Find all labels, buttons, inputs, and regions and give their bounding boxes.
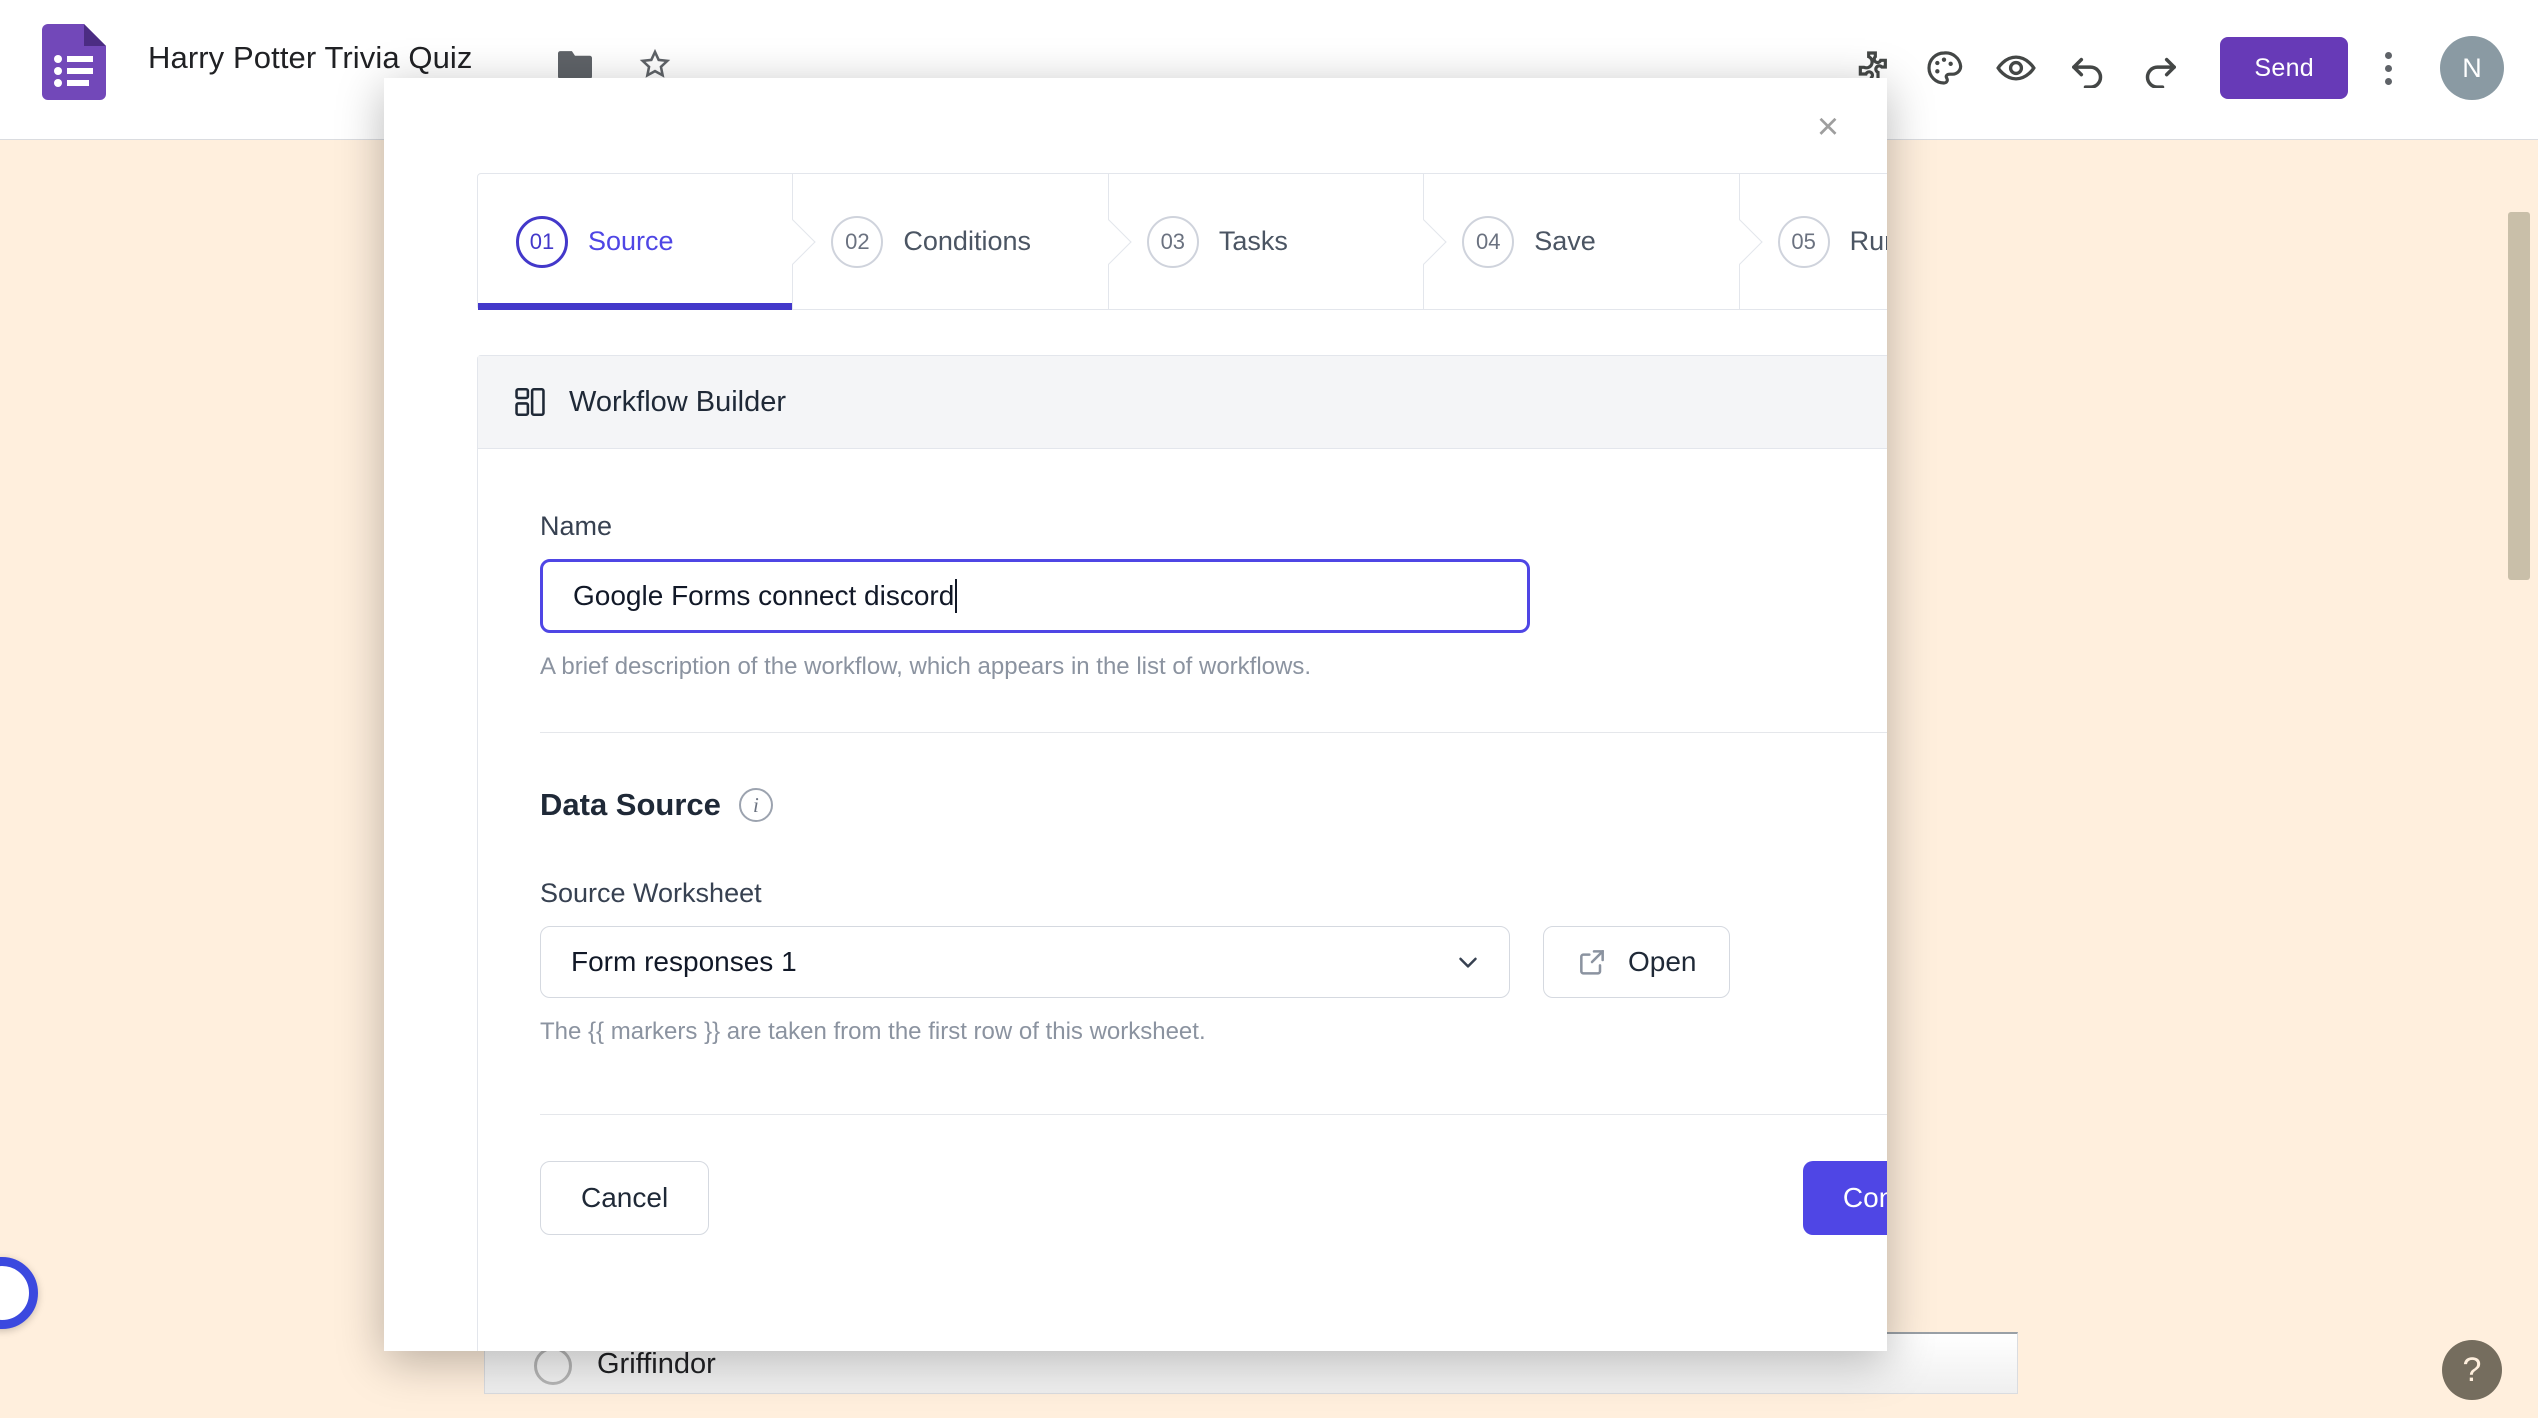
name-input-value: Google Forms connect discord [573,580,954,612]
step-number: 04 [1462,216,1514,268]
data-source-heading: Data Source i [540,787,1887,823]
page-scrollbar[interactable] [2508,212,2530,580]
send-button[interactable]: Send [2220,37,2348,99]
step-tasks[interactable]: 03 Tasks [1109,174,1424,309]
chevron-down-icon [1453,947,1483,977]
step-number: 01 [516,216,568,268]
text-caret [955,579,957,613]
name-field-label: Name [540,511,1887,542]
open-worksheet-button[interactable]: Open [1543,926,1730,998]
data-source-title: Data Source [540,787,721,823]
info-icon[interactable]: i [739,788,773,822]
kebab-menu-icon[interactable] [2358,32,2418,104]
name-field-helper: A brief description of the workflow, whi… [540,653,1887,681]
eye-icon[interactable] [1980,32,2052,104]
radio-option-griffindor[interactable] [534,1347,572,1385]
step-active-underline [478,303,792,310]
workflow-stepper: 01 Source 02 Conditions 03 Tasks 04 Save [477,173,1887,310]
worksheet-helper: The {{ markers }} are taken from the fir… [540,1018,1887,1046]
avatar[interactable]: N [2440,36,2504,100]
continue-button[interactable]: Continue [1803,1161,1887,1235]
step-number: 02 [831,216,883,268]
redo-icon[interactable] [2124,32,2196,104]
folder-move-icon[interactable] [556,48,594,82]
open-button-label: Open [1628,946,1697,978]
step-label: Source [588,226,674,257]
step-number: 05 [1778,216,1830,268]
source-worksheet-select[interactable]: Form responses 1 [540,926,1510,998]
palette-icon[interactable] [1908,32,1980,104]
name-input[interactable]: Google Forms connect discord [540,559,1530,633]
source-worksheet-row: Form responses 1 O [540,926,1887,998]
step-label: Save [1534,226,1596,257]
screen: Harry Potter Trivia Quiz Send [0,0,2538,1418]
step-label: Run [1850,226,1887,257]
close-icon[interactable]: × [1801,100,1855,154]
step-number: 03 [1147,216,1199,268]
forms-toolbar: Send N [1836,18,2504,118]
document-title[interactable]: Harry Potter Trivia Quiz [148,40,473,76]
divider [540,1114,1887,1115]
help-button[interactable]: ? [2442,1340,2502,1400]
modal-actions: Cancel Continue [540,1161,1887,1235]
step-label: Conditions [903,226,1031,257]
source-worksheet-label: Source Worksheet [540,878,1887,909]
floating-action-badge[interactable] [0,1257,38,1329]
divider [540,732,1887,733]
step-save[interactable]: 04 Save [1424,174,1739,309]
step-source[interactable]: 01 Source [478,174,793,309]
workflow-builder-modal: × 01 Source 02 Conditions 03 Tasks [384,78,1887,1351]
step-label: Tasks [1219,226,1288,257]
source-worksheet-value: Form responses 1 [571,946,1453,978]
layout-dashboard-icon [513,385,547,419]
workflow-builder-panel: Workflow Builder i Name Google Forms con… [477,355,1887,1351]
panel-title: Workflow Builder [569,386,786,419]
external-link-icon [1576,946,1608,978]
cancel-button[interactable]: Cancel [540,1161,709,1235]
panel-body: Name Google Forms connect discord A brie… [478,449,1887,1235]
google-forms-icon [42,24,106,100]
panel-header: Workflow Builder i [478,356,1887,449]
undo-icon[interactable] [2052,32,2124,104]
radio-option-label: Griffindor [597,1348,716,1381]
step-conditions[interactable]: 02 Conditions [793,174,1108,309]
star-icon[interactable] [638,46,672,82]
